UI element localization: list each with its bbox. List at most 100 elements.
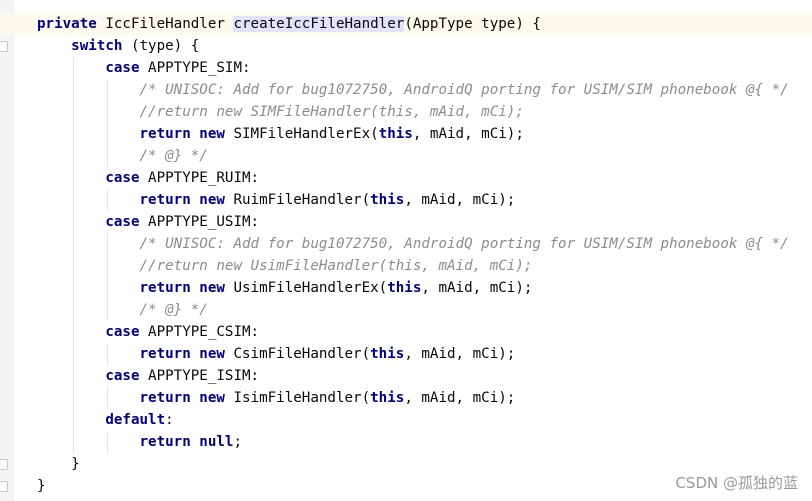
keyword-token: switch xyxy=(71,38,123,54)
keyword-token: null xyxy=(199,434,234,450)
editor-gutter xyxy=(0,0,14,501)
keyword-token: case xyxy=(105,214,140,230)
code-line[interactable]: /* @} */ xyxy=(37,145,812,167)
code-line[interactable]: //return new SIMFileHandler(this, mAid, … xyxy=(37,101,812,123)
code-line[interactable]: case APPTYPE_SIM: xyxy=(37,57,812,79)
code-line[interactable]: private IccFileHandler createIccFileHand… xyxy=(0,13,812,35)
fold-marker-icon[interactable] xyxy=(0,459,8,470)
code-token: IsimFileHandler( xyxy=(224,390,371,406)
code-line[interactable]: case APPTYPE_ISIM: xyxy=(37,365,812,387)
code-editor[interactable]: private IccFileHandler createIccFileHand… xyxy=(0,13,812,497)
code-line[interactable]: case APPTYPE_RUIM: xyxy=(37,167,812,189)
keyword-token: return xyxy=(139,390,191,406)
keyword-token: private xyxy=(37,16,97,32)
keyword-token: return xyxy=(139,346,191,362)
code-token: } xyxy=(37,478,46,494)
code-token: UsimFileHandlerEx( xyxy=(224,280,388,296)
keyword-token: return xyxy=(139,126,191,142)
code-line[interactable]: return null; xyxy=(37,431,812,453)
code-token: APPTYPE_CSIM: xyxy=(139,324,260,340)
code-token: APPTYPE_SIM: xyxy=(139,60,251,76)
keyword-token: return xyxy=(139,280,191,296)
code-line[interactable]: /* UNISOC: Add for bug1072750, AndroidQ … xyxy=(37,233,812,255)
code-line[interactable]: case APPTYPE_CSIM: xyxy=(37,321,812,343)
comment-token: //return new SIMFileHandler(this, mAid, … xyxy=(139,104,524,120)
code-line[interactable]: case APPTYPE_USIM: xyxy=(37,211,812,233)
code-line[interactable]: //return new UsimFileHandler(this, mAid,… xyxy=(37,255,812,277)
code-line[interactable]: /* @} */ xyxy=(37,299,812,321)
comment-token: /* @} */ xyxy=(139,148,208,164)
indent-guide xyxy=(107,387,109,409)
keyword-token: default xyxy=(105,412,166,428)
code-token: (type) { xyxy=(122,38,200,54)
code-line[interactable]: switch (type) { xyxy=(37,35,812,57)
code-token: , mAid, mCi); xyxy=(404,192,516,208)
indent-guide xyxy=(107,79,109,167)
code-token: APPTYPE_ISIM: xyxy=(139,368,260,384)
highlighted-token: createIccFileHandler xyxy=(233,16,405,32)
code-token: IccFileHandler xyxy=(96,16,234,32)
code-line[interactable]: return new UsimFileHandlerEx(this, mAid,… xyxy=(37,277,812,299)
code-line[interactable]: return new SIMFileHandlerEx(this, mAid, … xyxy=(37,123,812,145)
watermark: CSDN @孤独的蓝 xyxy=(675,474,798,492)
code-token: CsimFileHandler( xyxy=(224,346,371,362)
code-line[interactable]: default: xyxy=(37,409,812,431)
keyword-token: this xyxy=(370,192,405,208)
keyword-token: new xyxy=(199,280,225,296)
keyword-token: case xyxy=(105,170,140,186)
keyword-token: this xyxy=(378,126,413,142)
indent-guide xyxy=(107,189,109,211)
code-line[interactable]: return new RuimFileHandler(this, mAid, m… xyxy=(37,189,812,211)
code-token: : xyxy=(165,412,174,428)
comment-token: /* UNISOC: Add for bug1072750, AndroidQ … xyxy=(139,82,789,98)
indent-guide xyxy=(73,57,75,453)
keyword-token: this xyxy=(387,280,422,296)
keyword-token: new xyxy=(199,126,225,142)
keyword-token: new xyxy=(199,346,225,362)
code-token: , mAid, mCi); xyxy=(404,346,516,362)
keyword-token: case xyxy=(105,60,140,76)
keyword-token: return xyxy=(139,434,191,450)
fold-marker-icon[interactable] xyxy=(0,41,8,52)
comment-token: /* @} */ xyxy=(139,302,208,318)
code-line[interactable]: return new CsimFileHandler(this, mAid, m… xyxy=(37,343,812,365)
code-token: } xyxy=(71,456,80,472)
code-token: SIMFileHandlerEx( xyxy=(224,126,379,142)
keyword-token: this xyxy=(370,346,405,362)
code-token: , mAid, mCi); xyxy=(412,126,524,142)
indent-guide xyxy=(107,431,109,453)
indent-guide xyxy=(107,233,109,321)
fold-marker-icon[interactable] xyxy=(0,481,8,492)
keyword-token: this xyxy=(370,390,405,406)
keyword-token: case xyxy=(105,324,140,340)
keyword-token: new xyxy=(199,192,225,208)
keyword-token: new xyxy=(199,390,225,406)
code-token: , mAid, mCi); xyxy=(421,280,533,296)
code-token: APPTYPE_USIM: xyxy=(139,214,260,230)
code-line[interactable]: return new IsimFileHandler(this, mAid, m… xyxy=(37,387,812,409)
code-token: ; xyxy=(233,434,243,450)
code-line[interactable]: /* UNISOC: Add for bug1072750, AndroidQ … xyxy=(37,79,812,101)
